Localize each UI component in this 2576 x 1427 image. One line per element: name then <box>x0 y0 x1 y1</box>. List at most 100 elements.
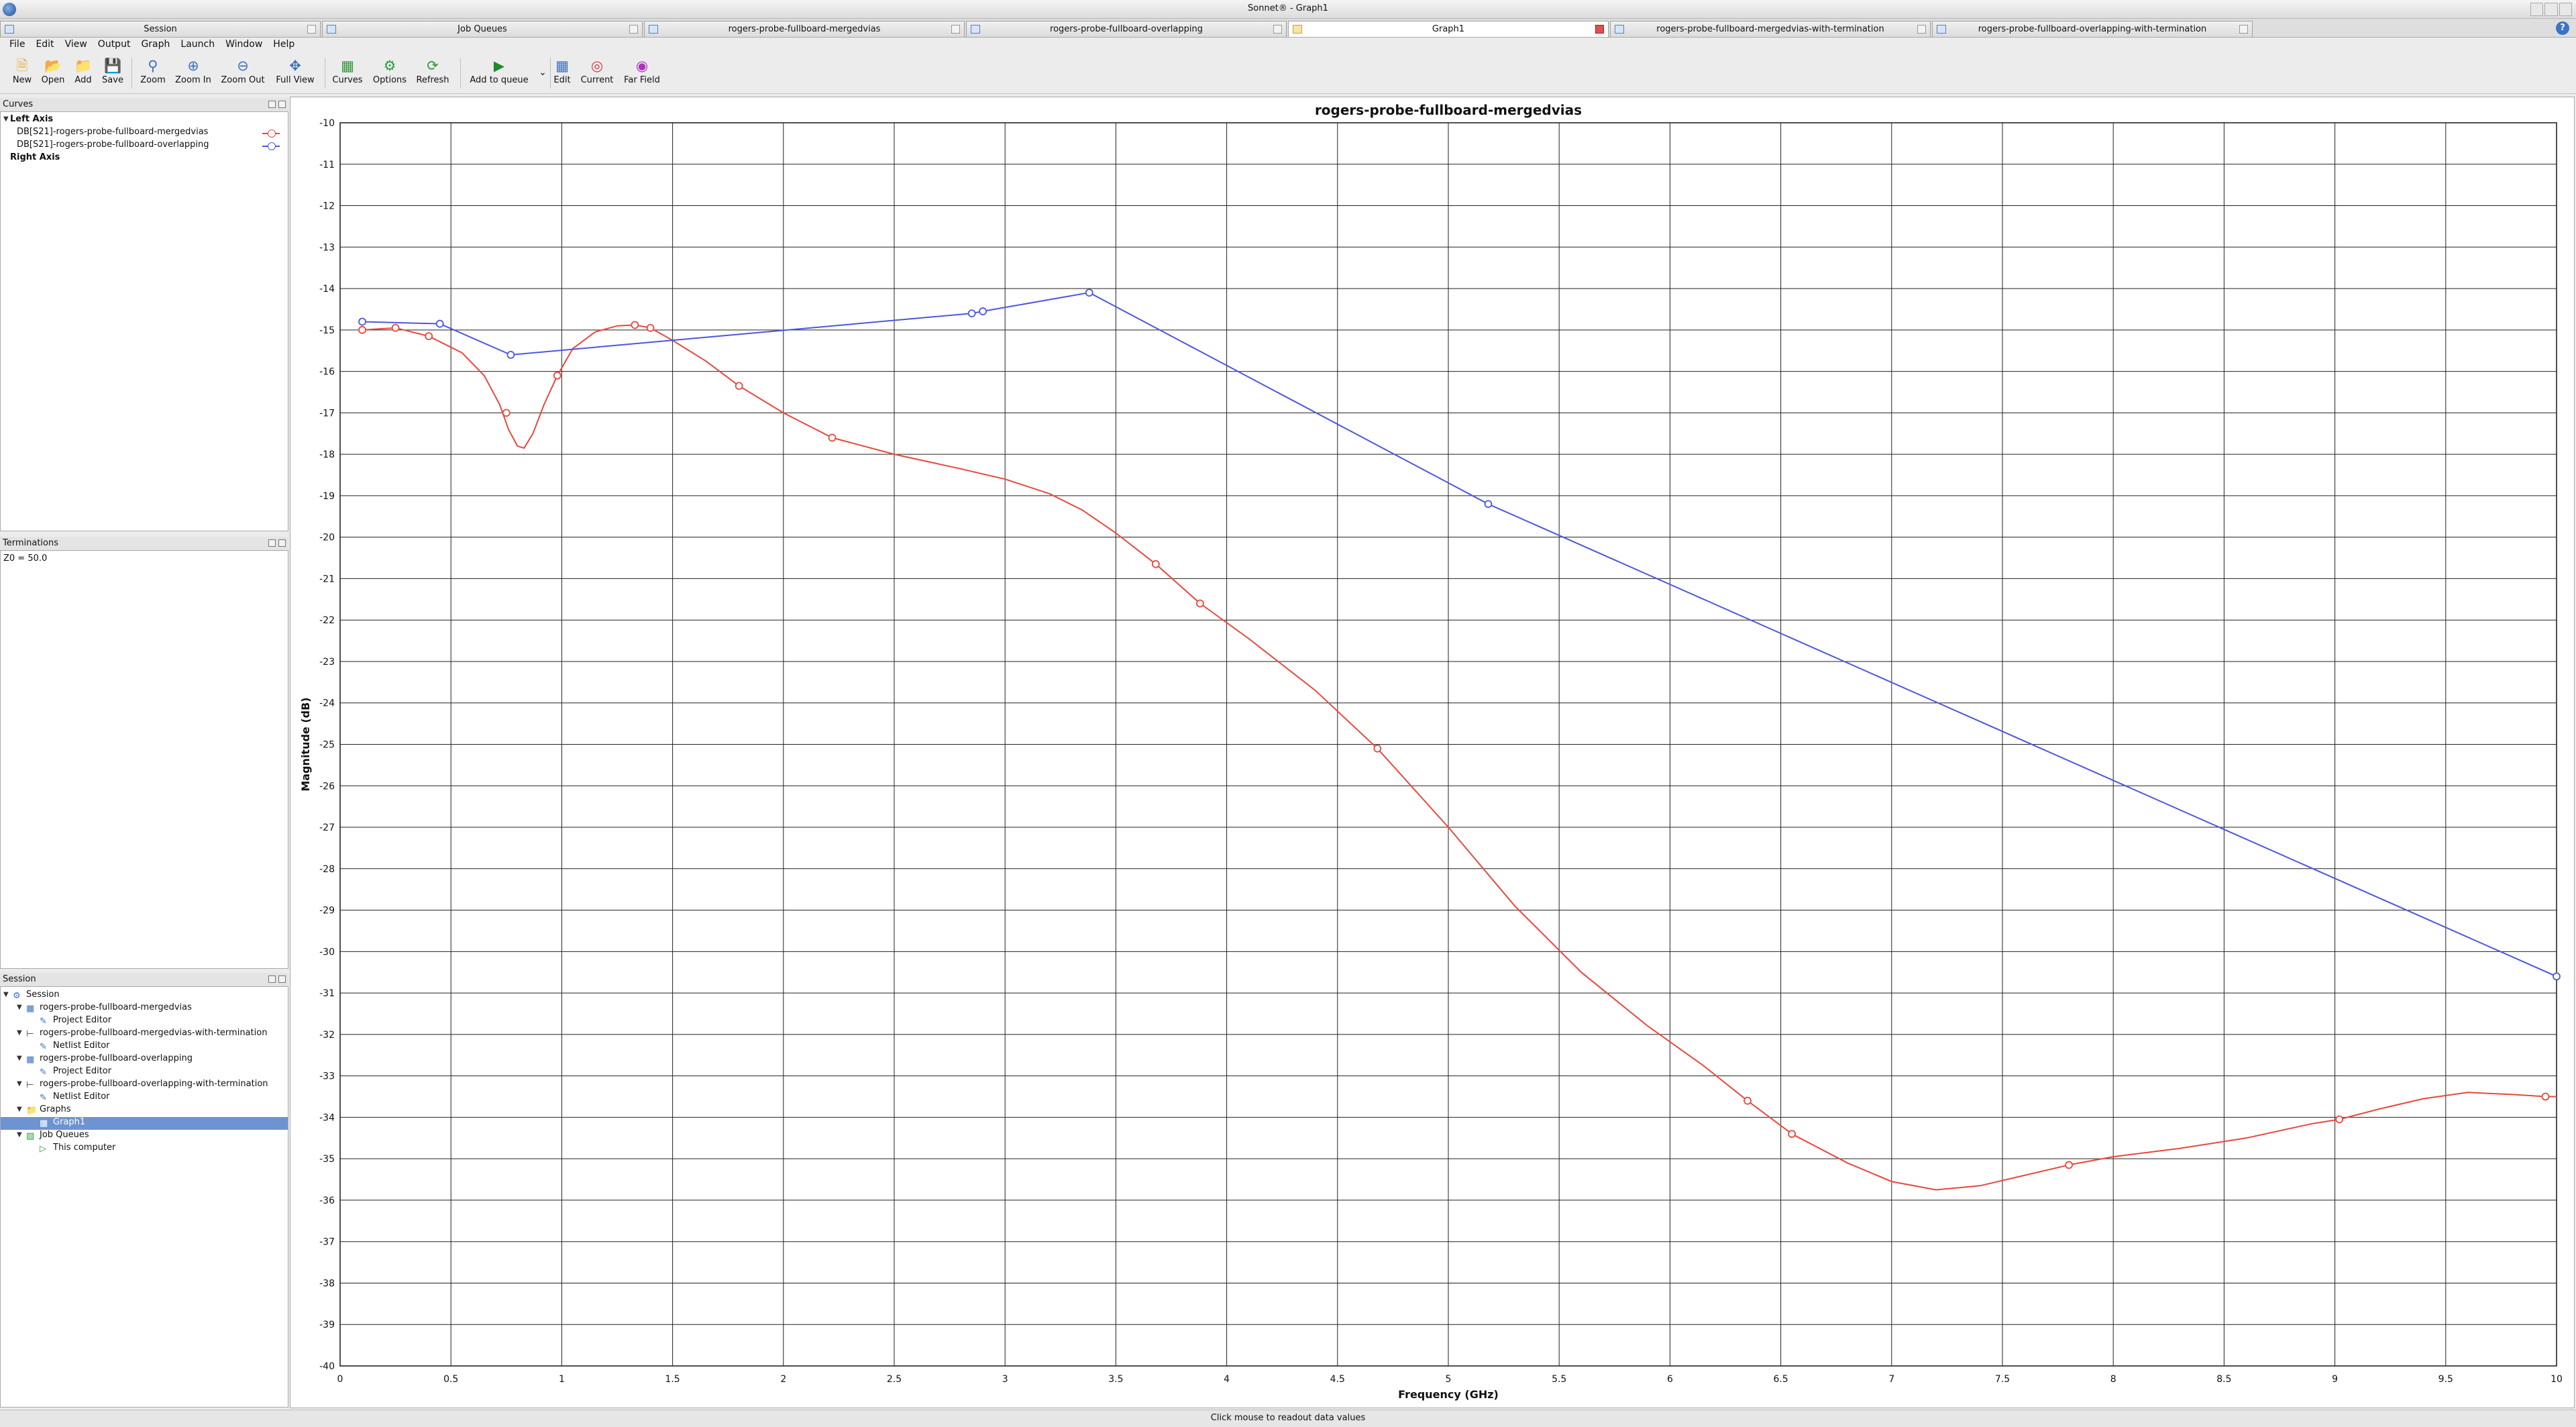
expand-toggle-icon[interactable]: ▼ <box>17 1004 22 1011</box>
session-tree-item[interactable]: ▷ This computer <box>1 1143 288 1155</box>
edit-button[interactable]: ▦ Edit <box>553 55 572 93</box>
add-button[interactable]: 📁 Add <box>68 55 98 93</box>
tab-overlapping[interactable]: rogers-probe-fullboard-overlapping <box>966 21 1287 37</box>
close-icon[interactable] <box>1595 25 1604 34</box>
session-tree-label: Graph1 <box>53 1117 86 1127</box>
expand-toggle-icon[interactable]: ▼ <box>3 115 9 123</box>
current-button[interactable]: ◎ Current <box>576 55 619 93</box>
session-tree-item[interactable]: ▦ Graph1 <box>1 1117 288 1130</box>
tab-mergedvias-with-termination[interactable]: rogers-probe-fullboard-mergedvias-with-t… <box>1610 21 1931 37</box>
menu-edit[interactable]: Edit <box>32 38 60 52</box>
menu-file[interactable]: File <box>5 38 32 52</box>
zoom-button[interactable]: ⚲ Zoom <box>137 55 169 93</box>
session-tree-item[interactable]: ▼ ▦ rogers-probe-fullboard-mergedvias <box>1 1002 288 1015</box>
refresh-icon: ⟳ <box>427 58 439 74</box>
y-tick-label: -30 <box>319 947 335 957</box>
close-window-button[interactable] <box>2559 3 2572 16</box>
tab-job-queues[interactable]: Job Queues <box>322 21 643 37</box>
session-tree-item[interactable]: ▼ ▧ Job Queues <box>1 1130 288 1143</box>
menu-window[interactable]: Window <box>221 38 269 52</box>
menu-output[interactable]: Output <box>94 38 138 52</box>
session-tree-label: Netlist Editor <box>53 1041 110 1051</box>
x-tick-label: 0.5 <box>443 1374 458 1385</box>
expand-toggle-icon[interactable]: ▼ <box>17 1106 22 1113</box>
expand-toggle-icon[interactable]: ▼ <box>3 991 9 998</box>
close-icon[interactable] <box>951 25 960 34</box>
add-to-queue-dropdown[interactable]: ⌄ <box>534 55 549 93</box>
curve-legend-swatch-blue <box>262 142 280 150</box>
save-button[interactable]: 💾 Save <box>98 55 127 93</box>
session-tree-item[interactable]: ✎ Netlist Editor <box>1 1041 288 1053</box>
add-to-queue-icon: ▶ <box>493 58 505 74</box>
zoom-out-button[interactable]: ⊖ Zoom Out <box>217 55 268 93</box>
chevron-down-icon: ⌄ <box>539 67 547 78</box>
session-tree-item[interactable]: ▼ ▦ rogers-probe-fullboard-overlapping <box>1 1053 288 1066</box>
close-icon[interactable] <box>307 25 316 34</box>
add-to-queue-button[interactable]: ▶ Add to queue <box>466 55 533 93</box>
full-view-button[interactable]: ✥ Full View <box>271 55 319 93</box>
float-panel-button[interactable] <box>268 975 276 983</box>
left-axis-node[interactable]: ▼ Left Axis <box>1 114 288 127</box>
session-tree-item[interactable]: ✎ Project Editor <box>1 1015 288 1028</box>
tab-overlapping-with-termination[interactable]: rogers-probe-fullboard-overlapping-with-… <box>1932 21 2253 37</box>
expand-toggle-icon[interactable]: ▼ <box>17 1131 22 1139</box>
close-icon[interactable] <box>629 25 638 34</box>
curve-item-mergedvias[interactable]: DB[S21]-rogers-probe-fullboard-mergedvia… <box>1 127 288 140</box>
series-marker <box>358 325 366 334</box>
edit-icon: ▦ <box>555 58 569 74</box>
close-panel-button[interactable] <box>278 539 286 547</box>
session-tree-label: Job Queues <box>40 1130 89 1140</box>
close-panel-button[interactable] <box>278 101 286 108</box>
close-icon[interactable] <box>2239 25 2248 34</box>
expand-toggle-icon[interactable]: ▼ <box>17 1055 22 1062</box>
session-tree-item[interactable]: ✎ Project Editor <box>1 1066 288 1079</box>
expand-toggle-icon[interactable]: ▼ <box>17 1029 22 1037</box>
right-axis-node[interactable]: Right Axis <box>1 152 288 165</box>
zoom-in-button[interactable]: ⊕ Zoom In <box>172 55 215 93</box>
y-tick-label: -32 <box>319 1030 335 1041</box>
s21-magnitude-chart[interactable]: 0 0.5 1 1.5 2 2.5 3 3.5 4 4.5 5 5.5 6 6.5 7 7.5 8 8.5 9 9.5… <box>290 97 2575 1409</box>
tab-graph1[interactable]: Graph1 <box>1288 21 1609 37</box>
x-tick-label: 2.5 <box>887 1374 902 1385</box>
options-button[interactable]: ⚙ Options <box>369 55 411 93</box>
menu-help[interactable]: Help <box>269 38 301 52</box>
curves-button[interactable]: ▦ Curves <box>329 55 366 93</box>
float-panel-button[interactable] <box>268 101 276 108</box>
session-tree-item[interactable]: ▼ ⊢ rogers-probe-fullboard-mergedvias-with… <box>1 1028 288 1041</box>
tab-mergedvias[interactable]: rogers-probe-fullboard-mergedvias <box>644 21 965 37</box>
x-tick-label: 9 <box>2332 1374 2338 1385</box>
menu-graph[interactable]: Graph <box>137 38 176 52</box>
minimize-button[interactable] <box>2530 3 2544 16</box>
menu-launch[interactable]: Launch <box>176 38 221 52</box>
close-icon[interactable] <box>1917 25 1926 34</box>
netlist-icon: ⊢ <box>26 1080 34 1090</box>
session-icon: ⚙ <box>13 991 21 1001</box>
y-tick-label: -33 <box>319 1071 335 1082</box>
help-icon[interactable]: ? <box>2556 21 2569 35</box>
session-tree-label: Project Editor <box>53 1015 112 1025</box>
curves-icon: ▦ <box>341 58 354 74</box>
session-tree-item[interactable]: ▼ 📁 Graphs <box>1 1104 288 1117</box>
full-view-label: Full View <box>276 75 315 85</box>
open-button[interactable]: 📂 Open <box>38 55 68 93</box>
session-tree-item[interactable]: ▼ ⚙ Session <box>1 990 288 1002</box>
expand-toggle-icon[interactable]: ▼ <box>17 1080 22 1088</box>
refresh-button[interactable]: ⟳ Refresh <box>412 55 453 93</box>
series-marker <box>828 433 837 442</box>
menu-view[interactable]: View <box>61 38 94 52</box>
curve-item-overlapping[interactable]: DB[S21]-rogers-probe-fullboard-overlappi… <box>1 140 288 152</box>
session-tree-item[interactable]: ✎ Netlist Editor <box>1 1092 288 1104</box>
curve-legend-swatch-red <box>262 129 280 138</box>
maximize-button[interactable] <box>2544 3 2558 16</box>
close-icon[interactable] <box>1273 25 1282 34</box>
y-tick-label: -29 <box>319 906 335 916</box>
session-tree-item[interactable]: ▼ ⊢ rogers-probe-fullboard-overlapping-wit… <box>1 1079 288 1092</box>
tab-session[interactable]: Session <box>0 21 321 37</box>
y-tick-label: -26 <box>319 781 335 792</box>
new-button[interactable]: 🗎 New <box>7 55 38 93</box>
far-field-button[interactable]: ◉ Far Field <box>620 55 664 93</box>
close-panel-button[interactable] <box>278 975 286 983</box>
graph-view[interactable]: 0 0.5 1 1.5 2 2.5 3 3.5 4 4.5 5 5.5 6 6.5 7 7.5 8 8.5 9 9.5… <box>290 97 2575 1408</box>
y-tick-label: -25 <box>319 740 335 751</box>
float-panel-button[interactable] <box>268 539 276 547</box>
